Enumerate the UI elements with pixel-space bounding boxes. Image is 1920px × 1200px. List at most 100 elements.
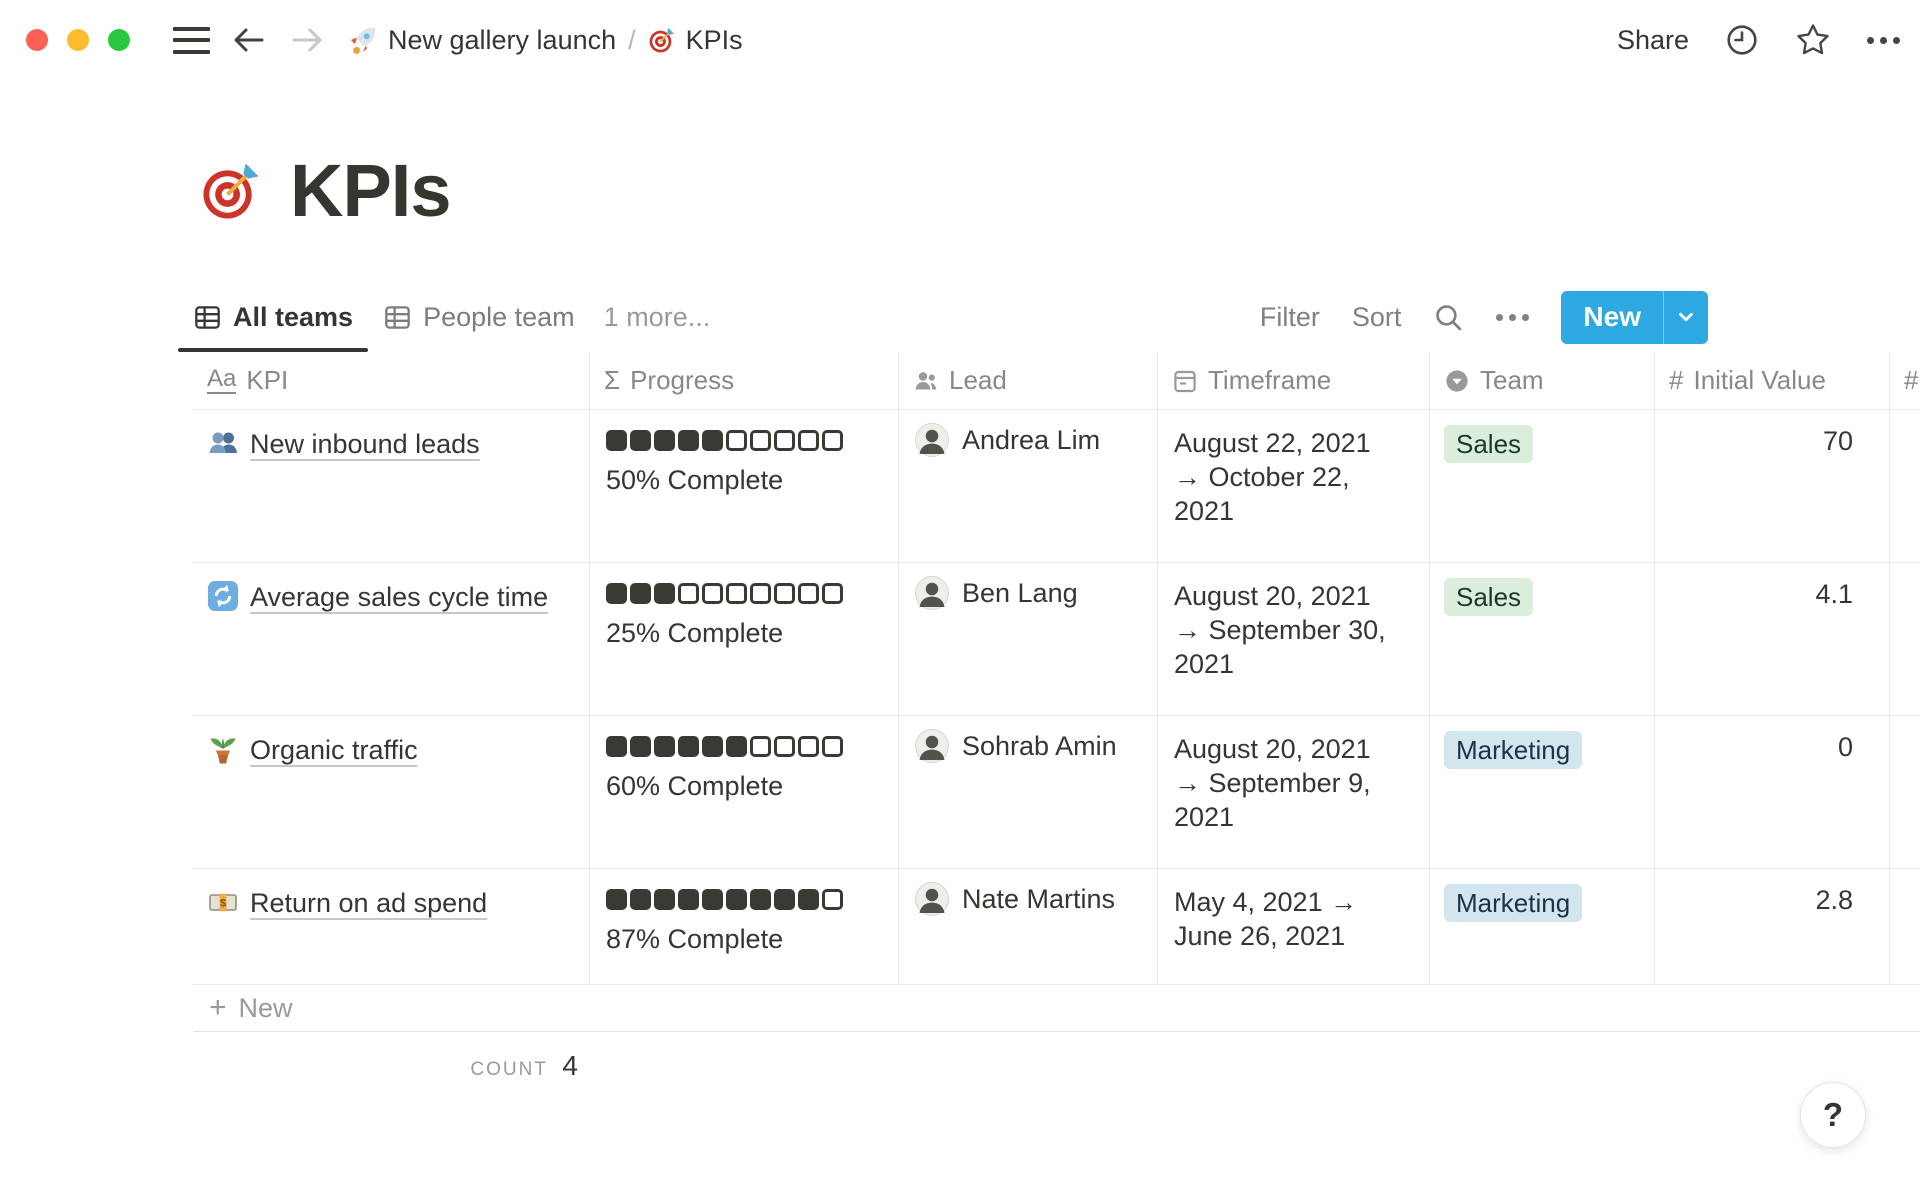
lead-cell[interactable]: Ben Lang	[899, 563, 1158, 715]
progress-square	[606, 583, 627, 604]
table-row: Average sales cycle time 25% Complete Be…	[193, 563, 1920, 716]
view-tab-people-team[interactable]: People team	[368, 282, 590, 352]
clipped-cell	[1890, 716, 1920, 868]
share-button[interactable]: Share	[1617, 25, 1689, 56]
lead-cell[interactable]: Andrea Lim	[899, 410, 1158, 562]
breadcrumb-separator: /	[624, 25, 640, 56]
formula-sigma-icon: Σ	[604, 365, 620, 396]
chevron-down-icon	[1675, 306, 1697, 328]
progress-label: 50% Complete	[606, 465, 898, 496]
lead-name: Ben Lang	[962, 578, 1078, 609]
help-button[interactable]: ?	[1800, 1082, 1866, 1148]
window-close-button[interactable]	[26, 29, 48, 51]
lead-name: Nate Martins	[962, 884, 1115, 915]
progress-square	[726, 889, 747, 910]
initial-value-cell[interactable]: 70	[1655, 410, 1890, 562]
progress-cell[interactable]: 25% Complete	[590, 563, 899, 715]
initial-value-cell[interactable]: 2.8	[1655, 869, 1890, 984]
add-row-label: New	[239, 993, 293, 1024]
timeframe-cell[interactable]: August 22, 2021 → October 22, 2021	[1158, 410, 1430, 562]
more-views-button[interactable]: 1 more...	[590, 302, 725, 333]
star-icon	[1795, 22, 1831, 58]
column-header-kpi[interactable]: Aa KPI	[193, 352, 590, 409]
forward-button[interactable]	[288, 21, 326, 59]
help-question-mark: ?	[1823, 1096, 1843, 1134]
timeframe-cell[interactable]: May 4, 2021 → June 26, 2021	[1158, 869, 1430, 984]
timeframe-cell[interactable]: August 20, 2021 → September 9, 2021	[1158, 716, 1430, 868]
progress-square	[750, 583, 771, 604]
column-header-initial-value[interactable]: # Initial Value	[1655, 352, 1890, 409]
breadcrumb-item-current[interactable]: KPIs	[640, 21, 751, 60]
search-icon	[1433, 302, 1464, 333]
team-cell[interactable]: Marketing	[1430, 716, 1655, 868]
view-tab-all-teams[interactable]: All teams	[178, 282, 368, 352]
kpi-page-link[interactable]: New inbound leads	[250, 426, 480, 462]
kpi-page-link[interactable]: Average sales cycle time	[250, 579, 548, 615]
search-button[interactable]	[1433, 302, 1464, 333]
back-button[interactable]	[230, 21, 268, 59]
sidebar-menu-icon[interactable]	[173, 27, 210, 54]
kpi-page-link[interactable]: Return on ad spend	[250, 885, 487, 921]
sort-button[interactable]: Sort	[1352, 302, 1402, 333]
initial-value-cell[interactable]: 4.1	[1655, 563, 1890, 715]
progress-square	[750, 889, 771, 910]
progress-square	[630, 583, 651, 604]
kpi-title-cell[interactable]: Average sales cycle time	[193, 563, 590, 715]
select-property-icon	[1444, 368, 1470, 394]
two-people-icon	[207, 427, 239, 459]
progress-square	[774, 889, 795, 910]
svg-text:$: $	[220, 898, 226, 910]
initial-value-cell[interactable]: 0	[1655, 716, 1890, 868]
progress-cell[interactable]: 87% Complete	[590, 869, 899, 984]
lead-name: Sohrab Amin	[962, 731, 1117, 762]
window-zoom-button[interactable]	[108, 29, 130, 51]
kpi-title-cell[interactable]: Organic traffic	[193, 716, 590, 868]
breadcrumb-current-label: KPIs	[686, 25, 743, 56]
favorite-star-button[interactable]	[1795, 22, 1831, 58]
column-header-clipped[interactable]: #	[1890, 352, 1920, 409]
count-calculation[interactable]: COUNT 4	[193, 1032, 590, 1082]
table-header-row: Aa KPI Σ Progress Lead Timeframe Team # …	[193, 352, 1920, 410]
breadcrumb-root-label: New gallery launch	[388, 25, 616, 56]
kpi-title-cell[interactable]: $ Return on ad spend	[193, 869, 590, 984]
page-icon-target[interactable]	[200, 160, 262, 222]
progress-square	[606, 736, 627, 757]
team-cell[interactable]: Sales	[1430, 410, 1655, 562]
kpi-title-cell[interactable]: New inbound leads	[193, 410, 590, 562]
column-header-lead[interactable]: Lead	[899, 352, 1158, 409]
kpi-page-link[interactable]: Organic traffic	[250, 732, 418, 768]
team-cell[interactable]: Marketing	[1430, 869, 1655, 984]
clipped-cell	[1890, 869, 1920, 984]
column-header-timeframe[interactable]: Timeframe	[1158, 352, 1430, 409]
add-row-button[interactable]: + New	[193, 985, 1920, 1032]
filter-button[interactable]: Filter	[1260, 302, 1320, 333]
progress-square	[678, 889, 699, 910]
clock-icon	[1725, 23, 1759, 57]
team-cell[interactable]: Sales	[1430, 563, 1655, 715]
progress-cell[interactable]: 50% Complete	[590, 410, 899, 562]
view-options-button[interactable]	[1496, 314, 1529, 321]
progress-square	[630, 430, 651, 451]
progress-square	[822, 430, 843, 451]
column-header-progress[interactable]: Σ Progress	[590, 352, 899, 409]
progress-square	[774, 430, 795, 451]
page-more-button[interactable]	[1867, 37, 1900, 44]
progress-cell[interactable]: 60% Complete	[590, 716, 899, 868]
breadcrumb-item-root[interactable]: New gallery launch	[340, 21, 624, 60]
column-header-team[interactable]: Team	[1430, 352, 1655, 409]
new-dropdown-button[interactable]	[1664, 291, 1708, 344]
number-property-icon: #	[1669, 365, 1683, 396]
window-minimize-button[interactable]	[67, 29, 89, 51]
team-tag: Sales	[1444, 578, 1533, 616]
updates-clock-button[interactable]	[1725, 23, 1759, 57]
progress-square	[702, 736, 723, 757]
progress-square	[654, 889, 675, 910]
new-button[interactable]: New	[1561, 291, 1663, 344]
table-view-icon	[383, 303, 412, 332]
timeframe-cell[interactable]: August 20, 2021 → September 30, 2021	[1158, 563, 1430, 715]
lead-cell[interactable]: Sohrab Amin	[899, 716, 1158, 868]
arrows-cycle-icon	[207, 580, 239, 612]
progress-square	[678, 583, 699, 604]
lead-cell[interactable]: Nate Martins	[899, 869, 1158, 984]
progress-square	[774, 583, 795, 604]
